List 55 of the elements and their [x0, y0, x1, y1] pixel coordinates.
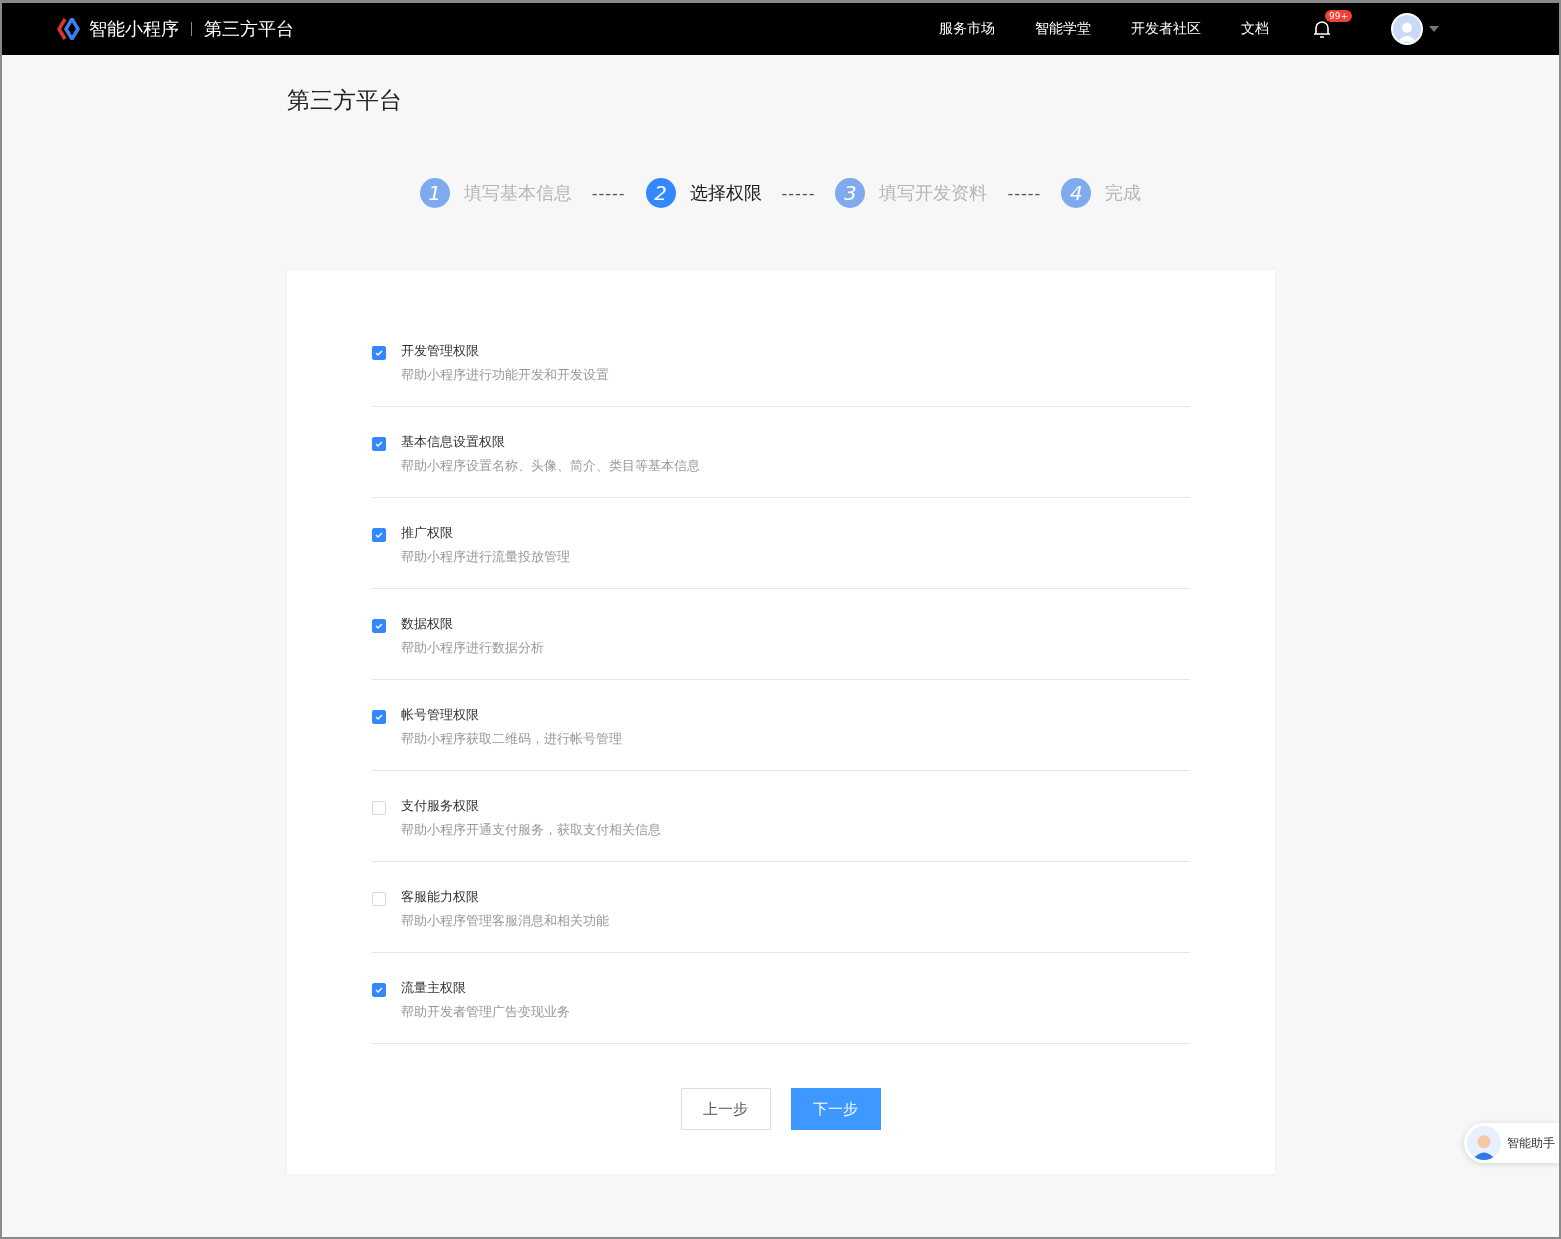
- checkmark-icon: [374, 987, 383, 993]
- page-title: 第三方平台: [286, 86, 403, 115]
- checkmark-icon: [374, 350, 383, 356]
- permission-description: 帮助小程序开通支付服务，获取支付相关信息: [400, 821, 661, 839]
- assistant-label: 智能助手: [1507, 1134, 1555, 1152]
- permission-description: 帮助开发者管理广告变现业务: [400, 1003, 570, 1021]
- step-connector: -----: [781, 183, 816, 203]
- section-title: 第三方平台: [204, 17, 294, 41]
- bell-icon[interactable]: [1313, 19, 1331, 39]
- permission-description: 帮助小程序进行数据分析: [400, 639, 544, 657]
- permission-title: 流量主权限: [400, 979, 467, 997]
- caret-icon[interactable]: [1429, 26, 1439, 32]
- nav-link[interactable]: 服务市场: [939, 20, 995, 38]
- permission-title: 数据权限: [400, 615, 454, 633]
- checkbox[interactable]: [371, 528, 386, 542]
- user-avatar[interactable]: [1391, 13, 1423, 45]
- assistant-avatar: [1467, 1126, 1501, 1160]
- nav-link[interactable]: 开发者社区: [1131, 20, 1201, 38]
- brand-name: 智能小程序: [89, 17, 179, 41]
- permission-title: 帐号管理权限: [400, 706, 480, 724]
- permission-description: 帮助小程序获取二维码，进行帐号管理: [400, 730, 622, 748]
- step-number: 3: [835, 178, 866, 208]
- step-connector: -----: [591, 183, 626, 203]
- nav-link[interactable]: 智能学堂: [1035, 20, 1091, 38]
- permission-title: 开发管理权限: [400, 342, 480, 360]
- step-label: 填写开发资料: [879, 181, 988, 205]
- step-label: 选择权限: [689, 181, 762, 205]
- checkmark-icon: [374, 441, 383, 447]
- checkbox[interactable]: [371, 346, 386, 360]
- step-number: 1: [419, 178, 450, 208]
- step-label: 完成: [1105, 181, 1142, 205]
- back-button[interactable]: 上一步: [680, 1088, 771, 1130]
- permission-title: 客服能力权限: [400, 888, 480, 906]
- permission-description: 帮助小程序管理客服消息和相关功能: [400, 912, 609, 930]
- checkmark-icon: [374, 714, 383, 720]
- permission-title: 支付服务权限: [400, 797, 480, 815]
- step-number: 2: [645, 178, 676, 208]
- logo-icon: [57, 18, 81, 40]
- assistant-button[interactable]: 智能助手: [1464, 1123, 1559, 1163]
- nav-link[interactable]: 文档: [1241, 20, 1269, 38]
- permission-description: 帮助小程序设置名称、头像、简介、类目等基本信息: [400, 457, 700, 475]
- checkmark-icon: [374, 532, 383, 538]
- checkmark-icon: [374, 623, 383, 629]
- permission-title: 推广权限: [400, 524, 454, 542]
- step-connector: -----: [1007, 183, 1042, 203]
- checkbox[interactable]: [371, 619, 386, 633]
- permission-description: 帮助小程序进行功能开发和开发设置: [400, 366, 609, 384]
- checkbox[interactable]: [371, 983, 386, 997]
- permission-title: 基本信息设置权限: [400, 433, 506, 451]
- step-label: 填写基本信息: [463, 181, 572, 205]
- permission-description: 帮助小程序进行流量投放管理: [400, 548, 570, 566]
- step-number: 4: [1061, 178, 1092, 208]
- checkbox[interactable]: [371, 710, 386, 724]
- checkbox[interactable]: [371, 437, 386, 451]
- notification-badge: 99+: [1325, 10, 1352, 22]
